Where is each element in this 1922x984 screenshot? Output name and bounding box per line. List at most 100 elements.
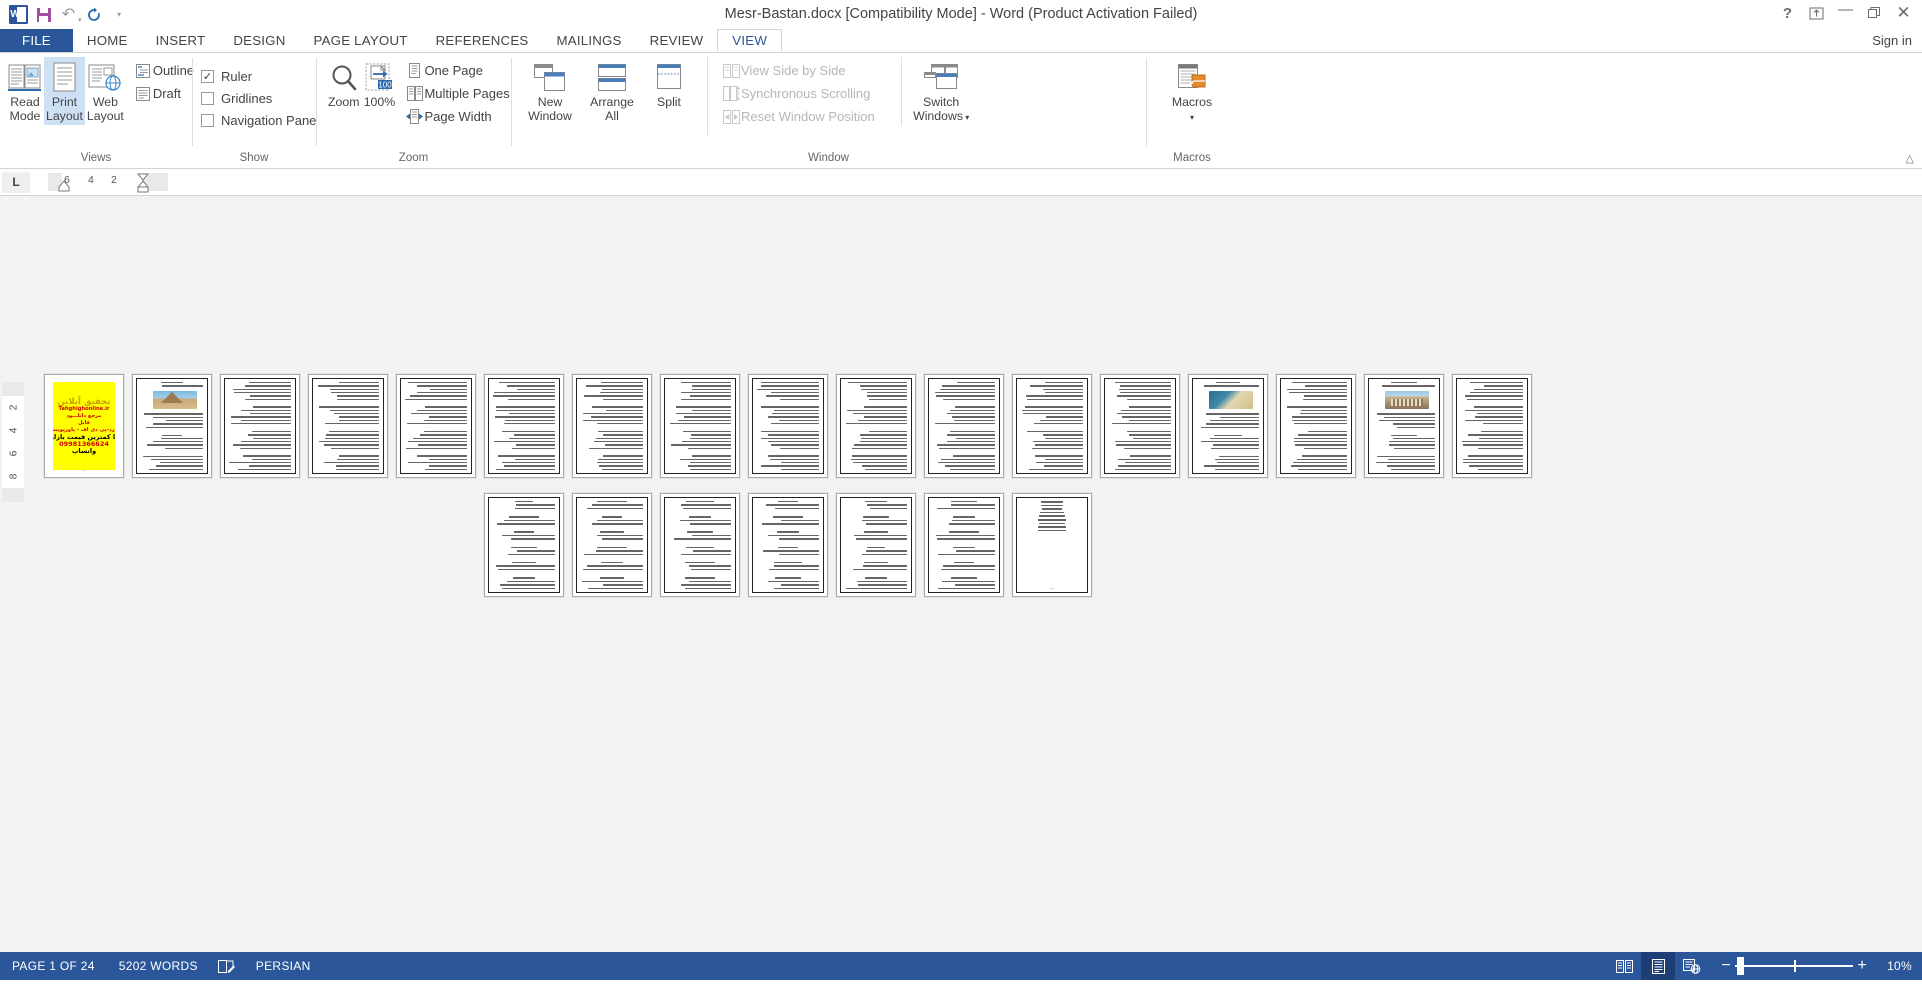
web-layout-view-button[interactable] (1675, 952, 1709, 980)
tab-stop-selector[interactable]: L (2, 171, 30, 193)
page-thumbnail[interactable]: — (744, 370, 832, 482)
page-thumbnail[interactable]: — (656, 489, 744, 601)
zoom-level-indicator[interactable]: 10% (1879, 959, 1922, 973)
page-20[interactable]: — (660, 493, 740, 597)
tab-view[interactable]: VIEW (717, 29, 783, 52)
page-1[interactable]: تحقیق آنلاین Tahghighonline.ir مرجع دانلــ… (44, 374, 124, 478)
page-3[interactable]: — (220, 374, 300, 478)
page-16[interactable]: — (1364, 374, 1444, 478)
page-7[interactable]: — (572, 374, 652, 478)
page-thumbnail[interactable]: — (1008, 489, 1096, 601)
page-5[interactable]: — (396, 374, 476, 478)
vertical-ruler[interactable]: 2 4 6 8 (2, 382, 24, 502)
page-thumbnail[interactable]: — (1272, 370, 1360, 482)
one-page-button[interactable]: One Page (401, 59, 513, 82)
page-thumbnail[interactable]: — (480, 489, 568, 601)
read-mode-button[interactable]: Read Mode (6, 57, 44, 125)
page-thumbnail[interactable]: — (304, 370, 392, 482)
page-17[interactable]: — (1452, 374, 1532, 478)
page-thumbnail[interactable]: — (216, 370, 304, 482)
print-layout-button[interactable]: Print Layout (44, 57, 85, 125)
split-button[interactable]: Split (643, 57, 695, 112)
zoom-out-button[interactable]: − (1717, 958, 1735, 974)
page-thumbnail[interactable]: — (1184, 370, 1272, 482)
page-thumbnail[interactable]: — (1096, 370, 1184, 482)
page-width-button[interactable]: Page Width (401, 105, 513, 128)
customize-quick-access-toolbar-icon[interactable]: ▾ (107, 2, 132, 27)
read-mode-view-button[interactable] (1607, 952, 1641, 980)
page-thumbnail[interactable]: تحقیق آنلاین Tahghighonline.ir مرجع دانلــ… (40, 370, 128, 482)
page-thumbnail[interactable]: — (568, 370, 656, 482)
ruler-checkbox[interactable]: ✓ Ruler (197, 65, 320, 87)
word-count[interactable]: 5202 WORDS (107, 952, 210, 980)
zoom-slider-handle[interactable] (1737, 957, 1745, 975)
page-thumbnail[interactable]: — (1448, 370, 1536, 482)
redo-icon[interactable] (82, 2, 107, 27)
switch-windows-button[interactable]: Switch Windows ▾ (900, 57, 977, 126)
page-thumbnail[interactable]: — (1360, 370, 1448, 482)
synchronous-scrolling-button[interactable]: Synchronous Scrolling (718, 82, 879, 105)
view-side-by-side-button[interactable]: View Side by Side (718, 59, 879, 82)
proofing-icon[interactable] (210, 952, 244, 980)
page-4[interactable]: — (308, 374, 388, 478)
page-23[interactable]: — (924, 493, 1004, 597)
page-18[interactable]: — (484, 493, 564, 597)
page-thumbnail[interactable]: — (1008, 370, 1096, 482)
tab-references[interactable]: REFERENCES (422, 29, 543, 52)
page-8[interactable]: — (660, 374, 740, 478)
page-thumbnail[interactable]: — (128, 370, 216, 482)
zoom-in-button[interactable]: + (1853, 958, 1871, 974)
multiple-pages-button[interactable]: Multiple Pages (401, 82, 513, 105)
tab-design[interactable]: DESIGN (219, 29, 299, 52)
minimize-icon[interactable]: — (1831, 1, 1860, 25)
help-icon[interactable]: ? (1773, 1, 1802, 25)
page-21[interactable]: — (748, 493, 828, 597)
outline-button[interactable]: Outline (130, 59, 198, 82)
word-app-icon[interactable]: W (6, 2, 31, 27)
page-13[interactable]: — (1100, 374, 1180, 478)
page-10[interactable]: — (836, 374, 916, 478)
horizontal-ruler[interactable]: 6 4 2 (48, 172, 168, 193)
page-19[interactable]: — (572, 493, 652, 597)
reset-window-position-button[interactable]: Reset Window Position (718, 105, 879, 128)
page-thumbnail[interactable]: — (568, 489, 656, 601)
page-24[interactable]: — (1012, 493, 1092, 597)
page-thumbnail[interactable]: — (656, 370, 744, 482)
web-layout-button[interactable]: Web Layout (85, 57, 126, 125)
tab-review[interactable]: REVIEW (636, 29, 718, 52)
new-window-button[interactable]: New Window (519, 57, 581, 125)
zoom-100-button[interactable]: 100 100% (361, 57, 397, 112)
page-thumbnail[interactable]: — (832, 489, 920, 601)
navigation-pane-checkbox[interactable]: Navigation Pane (197, 109, 320, 131)
page-indicator[interactable]: PAGE 1 OF 24 (0, 952, 107, 980)
arrange-all-button[interactable]: Arrange All (581, 57, 643, 125)
language-indicator[interactable]: PERSIAN (244, 952, 323, 980)
page-9[interactable]: — (748, 374, 828, 478)
tab-page-layout[interactable]: PAGE LAYOUT (300, 29, 422, 52)
sign-in-link[interactable]: Sign in (1872, 29, 1912, 53)
tab-file[interactable]: FILE (0, 29, 73, 52)
page-thumbnail[interactable]: — (744, 489, 832, 601)
zoom-button[interactable]: Zoom (326, 57, 361, 112)
zoom-slider-track[interactable] (1735, 952, 1854, 980)
left-indent-marker-icon[interactable] (58, 180, 70, 192)
page-thumbnail[interactable]: — (392, 370, 480, 482)
save-icon[interactable] (31, 2, 56, 27)
tab-mailings[interactable]: MAILINGS (542, 29, 635, 52)
collapse-ribbon-icon[interactable]: △ (1906, 152, 1914, 165)
page-thumbnail[interactable]: — (480, 370, 568, 482)
zoom-slider[interactable]: − + (1709, 952, 1879, 980)
page-2[interactable]: — (132, 374, 212, 478)
page-15[interactable]: — (1276, 374, 1356, 478)
macros-button[interactable]: Macros ▾ (1166, 57, 1218, 126)
restore-icon[interactable] (1860, 1, 1889, 25)
print-layout-view-button[interactable] (1641, 952, 1676, 980)
close-icon[interactable]: ✕ (1889, 1, 1918, 25)
switch-windows-dropdown-icon[interactable]: ▾ (963, 113, 969, 122)
document-canvas[interactable]: 2 4 6 8 تحقیق آنلاین Tahghighonline.ir مرج… (0, 196, 1922, 952)
right-indent-marker-icon[interactable] (136, 173, 150, 193)
page-6[interactable]: — (484, 374, 564, 478)
draft-button[interactable]: Draft (130, 82, 198, 105)
page-14[interactable]: — (1188, 374, 1268, 478)
macros-dropdown-icon[interactable]: ▾ (1190, 113, 1194, 122)
